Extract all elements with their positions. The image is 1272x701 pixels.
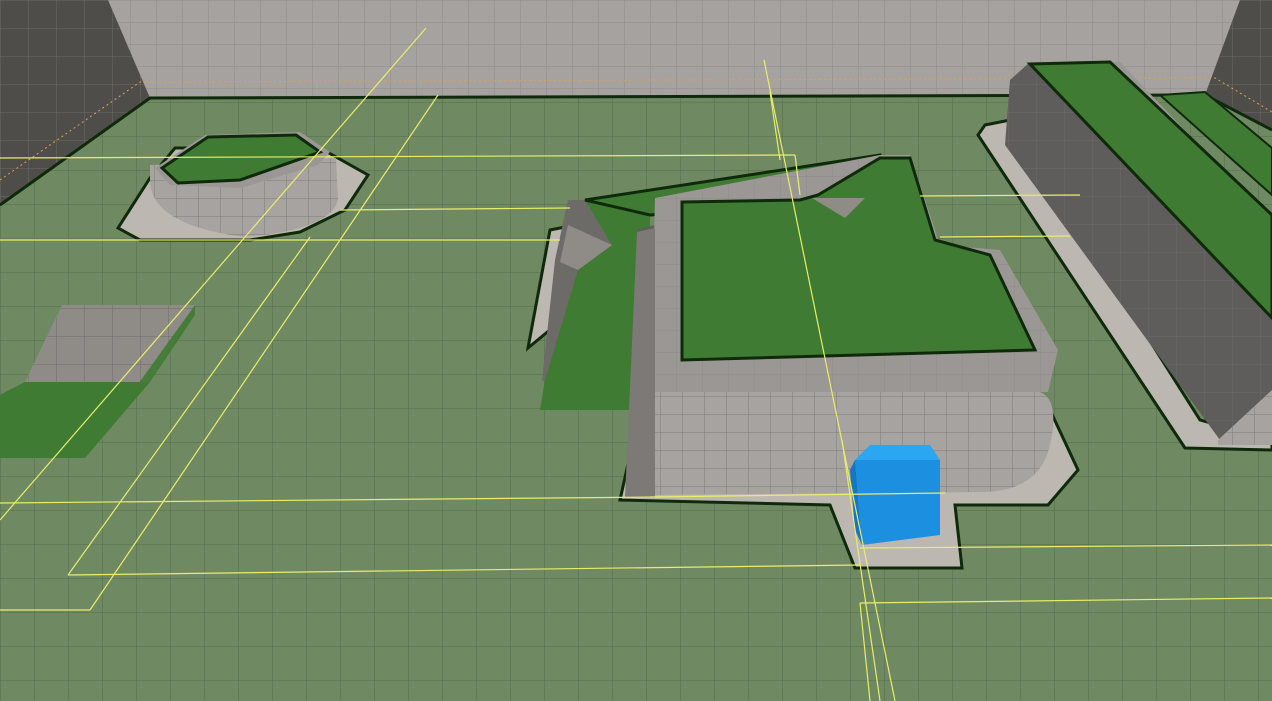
game-viewport[interactable] <box>0 0 1272 701</box>
level-scene[interactable] <box>0 0 1272 701</box>
player-cube[interactable] <box>850 445 940 545</box>
